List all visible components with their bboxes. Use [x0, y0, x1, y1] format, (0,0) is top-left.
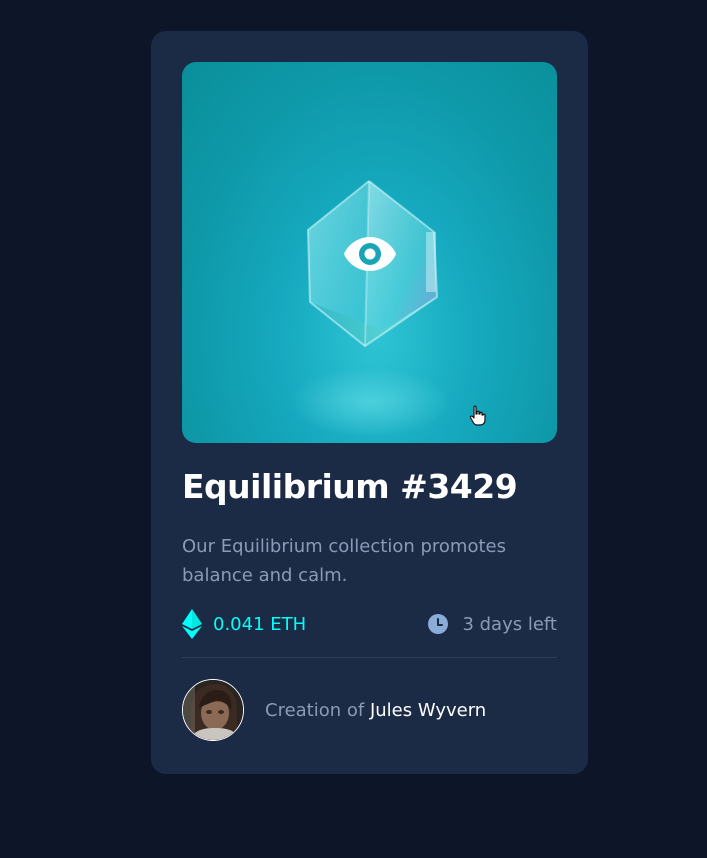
- creator-text: Creation of Jules Wyvern: [265, 700, 486, 721]
- creator-prefix: Creation of: [265, 699, 370, 721]
- nft-title[interactable]: Equilibrium #3429: [182, 465, 557, 509]
- hand-pointer-icon: [469, 405, 486, 426]
- price: 0.041 ETH: [182, 607, 306, 641]
- ethereum-icon: [182, 609, 202, 639]
- creator-info: Creation of Jules Wyvern: [182, 678, 557, 742]
- time-left-value: 3 days left: [462, 613, 557, 635]
- clock-icon: [428, 614, 449, 634]
- nft-description: Our Equilibrium collection promotes bala…: [182, 536, 506, 586]
- nft-image[interactable]: [182, 62, 557, 443]
- time-remaining: 3 days left: [428, 607, 557, 641]
- divider: [182, 657, 557, 658]
- stats-row: 0.041 ETH 3 days left: [182, 607, 557, 641]
- nft-card: Equilibrium #3429 Our Equilibrium collec…: [151, 31, 588, 774]
- avatar: [182, 679, 244, 741]
- eye-icon: [344, 237, 396, 271]
- price-value: 0.041 ETH: [213, 613, 307, 635]
- creator-name-link[interactable]: Jules Wyvern: [370, 700, 486, 721]
- avatar-image: [183, 680, 243, 740]
